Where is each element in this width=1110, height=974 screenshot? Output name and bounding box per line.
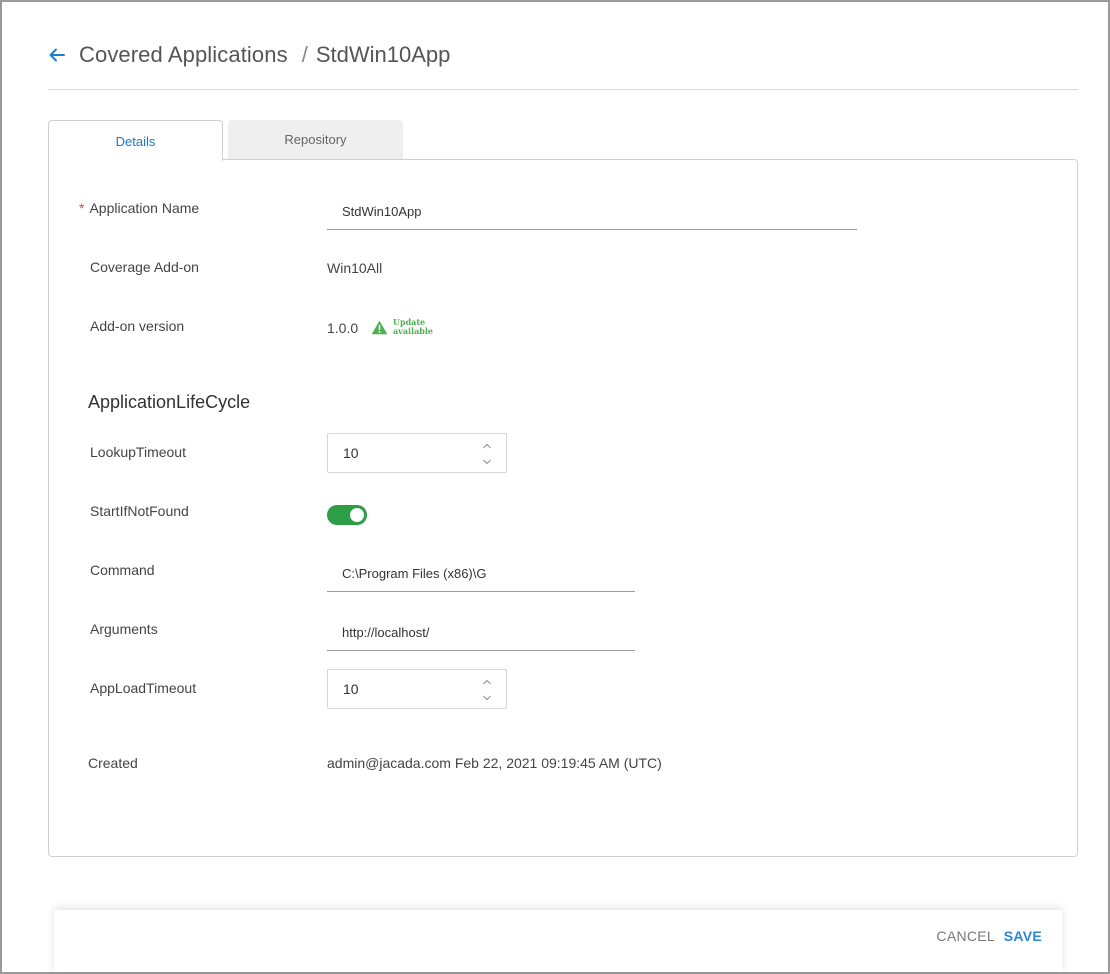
- details-panel: *Application Name Coverage Add-on Win10A…: [48, 159, 1078, 857]
- lookup-timeout-spinner: [480, 440, 494, 468]
- application-name-label-text: Application Name: [89, 200, 200, 216]
- lookup-timeout-input[interactable]: [328, 434, 468, 472]
- update-text-line2: available: [393, 326, 433, 336]
- warning-triangle-icon: [371, 320, 388, 334]
- start-if-not-found-toggle[interactable]: [327, 505, 367, 525]
- coverage-addon-value: Win10All: [327, 260, 383, 276]
- chevron-up-icon: [483, 443, 491, 449]
- chevron-up-icon: [483, 679, 491, 685]
- required-mark: *: [79, 200, 85, 216]
- save-button[interactable]: SAVE: [1004, 928, 1042, 944]
- lookup-timeout-label: LookupTimeout: [90, 444, 186, 460]
- created-value: admin@jacada.com Feb 22, 2021 09:19:45 A…: [327, 755, 662, 771]
- tab-repository[interactable]: Repository: [228, 120, 403, 159]
- increment-button[interactable]: [480, 440, 494, 452]
- action-bar: CANCEL SAVE: [54, 910, 1062, 972]
- created-label: Created: [88, 755, 138, 771]
- arguments-input[interactable]: [327, 615, 635, 651]
- tab-details[interactable]: Details: [48, 120, 223, 161]
- lookup-timeout-stepper: [327, 433, 507, 473]
- app-window: Covered Applications / StdWin10App Detai…: [0, 0, 1110, 974]
- addon-version-label: Add-on version: [90, 318, 185, 334]
- toggle-knob: [350, 508, 364, 522]
- update-available-badge[interactable]: Update available: [371, 318, 433, 336]
- application-name-label: * Application Name: [79, 200, 199, 216]
- cancel-button[interactable]: CANCEL: [936, 928, 995, 944]
- decrement-button[interactable]: [480, 456, 494, 468]
- chevron-down-icon: [483, 695, 491, 701]
- app-load-timeout-spinner: [480, 676, 494, 704]
- coverage-addon-label: Coverage Add-on: [90, 259, 199, 275]
- breadcrumb-parent-link[interactable]: Covered Applications: [79, 38, 288, 72]
- update-available-text: Update available: [393, 318, 433, 336]
- breadcrumb-separator: /: [301, 42, 308, 67]
- app-load-timeout-input[interactable]: [328, 670, 468, 708]
- back-button[interactable]: [48, 38, 70, 72]
- command-label: Command: [90, 562, 155, 578]
- breadcrumb: Covered Applications / StdWin10App: [48, 38, 1078, 90]
- increment-button[interactable]: [480, 676, 494, 688]
- section-title: ApplicationLifeCycle: [88, 392, 251, 412]
- arguments-label: Arguments: [90, 621, 158, 637]
- command-input[interactable]: [327, 556, 635, 592]
- app-load-timeout-label: AppLoadTimeout: [90, 680, 197, 696]
- arrow-left-icon: [49, 48, 65, 62]
- app-load-timeout-stepper: [327, 669, 507, 709]
- application-name-input[interactable]: [327, 194, 857, 230]
- chevron-down-icon: [483, 459, 491, 465]
- start-if-not-found-label: StartIfNotFound: [90, 503, 189, 519]
- addon-version-value: 1.0.0: [327, 320, 359, 336]
- breadcrumb-current: StdWin10App: [315, 42, 451, 67]
- decrement-button[interactable]: [480, 692, 494, 704]
